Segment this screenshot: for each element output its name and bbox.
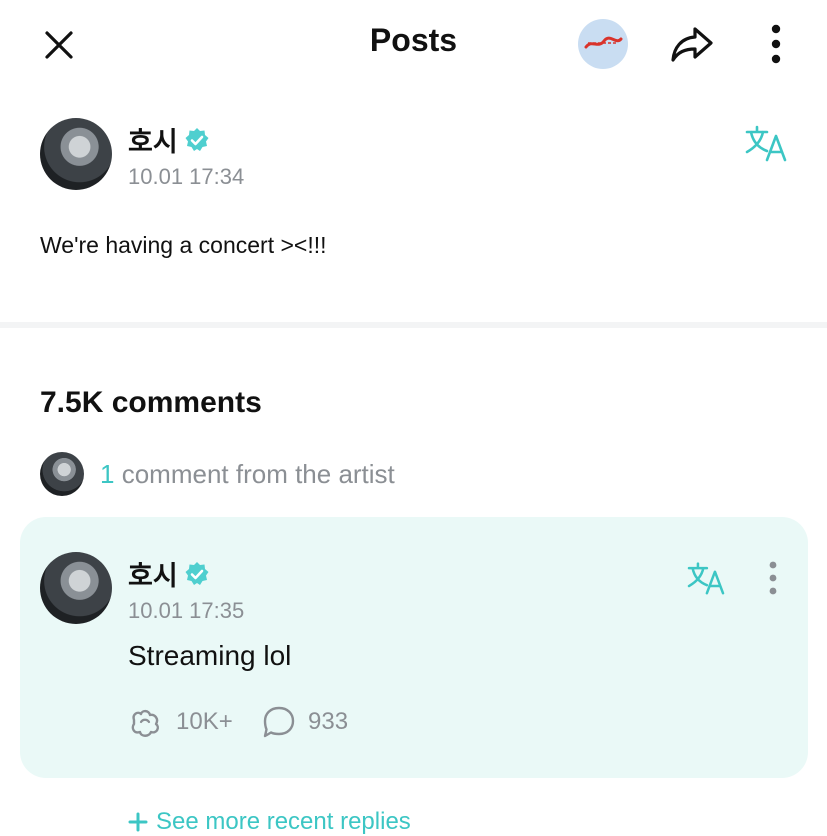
post-author[interactable]: 호시 <box>128 120 210 159</box>
share-icon <box>671 27 713 62</box>
like-button[interactable]: 10K+ <box>128 704 233 740</box>
comment-bubble-icon <box>263 706 295 738</box>
reply-count: 933 <box>308 708 349 735</box>
see-more-replies-label: See more recent replies <box>156 808 411 835</box>
verified-badge-icon <box>185 127 209 151</box>
translate-icon <box>687 562 725 595</box>
group-logo-button[interactable] <box>578 19 628 69</box>
comment-author-name: 호시 <box>128 561 178 591</box>
section-divider <box>0 322 827 328</box>
reply-button[interactable]: 933 <box>262 704 348 740</box>
artist-comment-count: 1 <box>100 459 115 489</box>
group-logo-icon <box>584 36 623 49</box>
artist-comments-link[interactable]: 1 comment from the artist <box>100 459 395 490</box>
artist-avatar-small <box>40 452 84 496</box>
see-more-replies-link[interactable]: See more recent replies <box>128 808 411 836</box>
post-body: We're having a concert ><!!! <box>40 232 327 258</box>
translate-button[interactable] <box>740 122 792 164</box>
comment-avatar[interactable] <box>40 552 112 624</box>
plus-icon <box>128 812 148 832</box>
comment-translate-button[interactable] <box>682 558 730 598</box>
share-button[interactable] <box>666 20 718 68</box>
comment-count: 7.5K comments <box>40 386 262 419</box>
comment-timestamp: 10.01 17:35 <box>128 598 245 623</box>
translate-icon <box>745 125 787 162</box>
avatar[interactable] <box>40 118 112 190</box>
comment-more-button[interactable] <box>760 558 786 598</box>
verified-badge-icon <box>185 561 209 585</box>
like-icon <box>131 709 159 737</box>
more-vertical-icon <box>771 24 781 64</box>
like-count: 10K+ <box>176 708 233 735</box>
comment-author[interactable]: 호시 <box>128 554 210 593</box>
more-vertical-icon <box>769 561 777 595</box>
comment-body: Streaming lol <box>128 640 292 671</box>
post-author-name: 호시 <box>128 127 178 157</box>
more-options-button[interactable] <box>760 20 792 68</box>
post-timestamp: 10.01 17:34 <box>128 164 245 189</box>
artist-comment-label: comment from the artist <box>121 459 395 489</box>
